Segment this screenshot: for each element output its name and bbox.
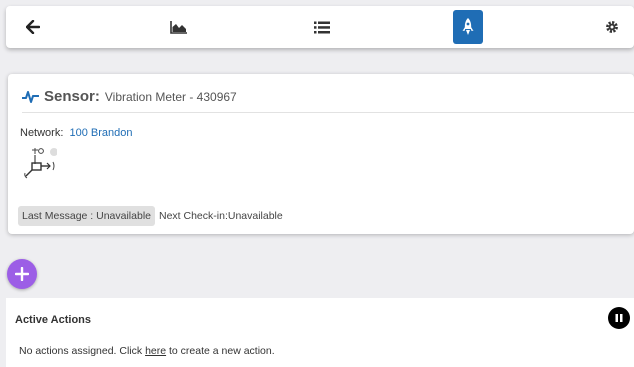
chart-button[interactable]: [166, 6, 192, 48]
no-actions-text: No actions assigned. Click: [19, 345, 143, 357]
pause-button[interactable]: [608, 307, 630, 329]
sensor-card: Sensor: Vibration Meter - 430967 Network…: [8, 74, 634, 234]
network-label: Network:: [20, 127, 64, 139]
network-link[interactable]: 100 Brandon: [69, 127, 132, 139]
list-icon: [314, 21, 330, 33]
no-actions-text-after: to create a new action.: [169, 345, 275, 357]
list-button[interactable]: [309, 6, 335, 48]
area-chart-icon: [170, 21, 187, 34]
add-action-button[interactable]: [7, 259, 37, 289]
back-button[interactable]: [20, 6, 46, 48]
last-message-badge: Last Message : Unavailable: [18, 206, 155, 226]
card-divider: [22, 112, 634, 113]
no-actions-message: No actions assigned. Click here to creat…: [19, 345, 275, 357]
back-arrow-icon: [26, 20, 40, 34]
gear-icon: [606, 21, 618, 33]
sensor-name: Vibration Meter - 430967: [104, 89, 237, 104]
active-actions-panel: Active Actions No actions assigned. Clic…: [6, 298, 634, 367]
active-actions-title: Active Actions: [15, 314, 92, 326]
rocket-icon: [462, 18, 474, 35]
create-action-link[interactable]: here: [145, 345, 166, 357]
network-row: Network: 100 Brandon: [20, 127, 132, 139]
plus-icon: [15, 267, 29, 281]
sensor-header: Sensor: Vibration Meter - 430967: [22, 88, 237, 105]
pulse-icon: [22, 90, 39, 103]
pause-icon: [615, 314, 623, 322]
settings-button[interactable]: [599, 6, 625, 48]
status-row: Last Message : Unavailable Next Check-in…: [18, 206, 283, 226]
vibration-sensor-icon: [21, 146, 58, 187]
sensor-label: Sensor:: [44, 88, 100, 105]
next-checkin-text: Next Check-in:Unavailable: [159, 210, 283, 222]
top-toolbar: [6, 6, 634, 48]
actions-button-active[interactable]: [453, 10, 483, 44]
